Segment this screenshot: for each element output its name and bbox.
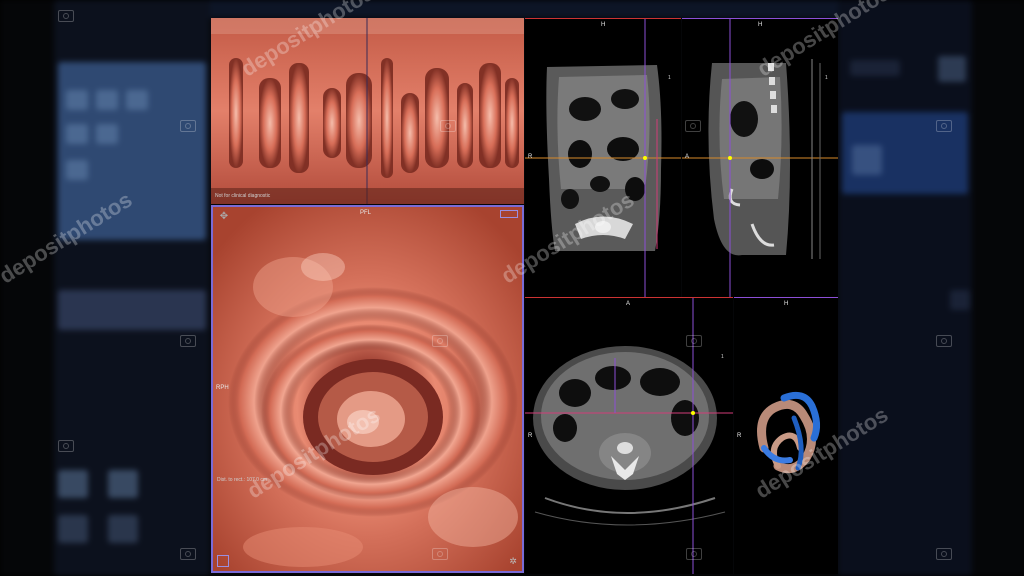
- camera-icon: [180, 120, 196, 132]
- camera-icon: [936, 335, 952, 347]
- status-text: Not for clinical diagnostic: [215, 193, 271, 199]
- flattened-colon-view[interactable]: Not for clinical diagnostic: [211, 18, 524, 204]
- top-orientation-label: H: [784, 301, 789, 307]
- top-orientation-label: A: [626, 301, 631, 307]
- camera-icon: [936, 120, 952, 132]
- camera-icon: [432, 335, 448, 347]
- coronal-ct-image: [525, 19, 681, 297]
- bg-right-panel: [838, 0, 972, 576]
- left-orientation-label: R: [737, 433, 742, 439]
- view-settings-icon[interactable]: [500, 210, 518, 218]
- camera-icon: [58, 10, 74, 22]
- camera-icon: [686, 335, 702, 347]
- marker-label: 1: [668, 75, 671, 81]
- top-orientation-label: H: [758, 22, 763, 28]
- camera-icon: [686, 548, 702, 560]
- camera-icon: [58, 440, 74, 452]
- top-orientation-label: PFL: [360, 210, 372, 216]
- sagittal-ct-view[interactable]: H A 1: [682, 18, 838, 297]
- expand-icon[interactable]: [217, 555, 229, 567]
- camera-icon: [685, 120, 701, 132]
- marker-label: 1: [721, 354, 724, 360]
- left-orientation-label: R: [528, 433, 533, 439]
- camera-icon: [180, 548, 196, 560]
- sagittal-ct-image: [682, 19, 838, 297]
- gear-icon[interactable]: ✲: [508, 557, 518, 567]
- navigation-icon[interactable]: ✥: [217, 210, 231, 224]
- volume-colon-view[interactable]: H R: [734, 297, 838, 574]
- left-orientation-label: A: [685, 154, 690, 160]
- camera-icon: [936, 548, 952, 560]
- endoluminal-image: [213, 207, 522, 571]
- left-orientation-label: R: [528, 154, 533, 160]
- top-orientation-label: H: [601, 22, 606, 28]
- bg-left-card: [58, 62, 206, 240]
- camera-icon: [440, 120, 456, 132]
- marker-label: 1: [825, 75, 828, 81]
- camera-icon: [180, 335, 196, 347]
- coronal-ct-view[interactable]: H R 1: [525, 18, 681, 297]
- flattened-colon-image: [211, 18, 524, 204]
- left-orientation-label: RPH: [216, 385, 229, 391]
- distance-readout: Dist. to rect.: 107.0 cm: [217, 477, 268, 483]
- colon-volume-image: [757, 391, 821, 474]
- camera-icon: [432, 548, 448, 560]
- endoluminal-3d-view[interactable]: PFL RPH Dist. to rect.: 107.0 cm ✥ ✲: [211, 205, 524, 573]
